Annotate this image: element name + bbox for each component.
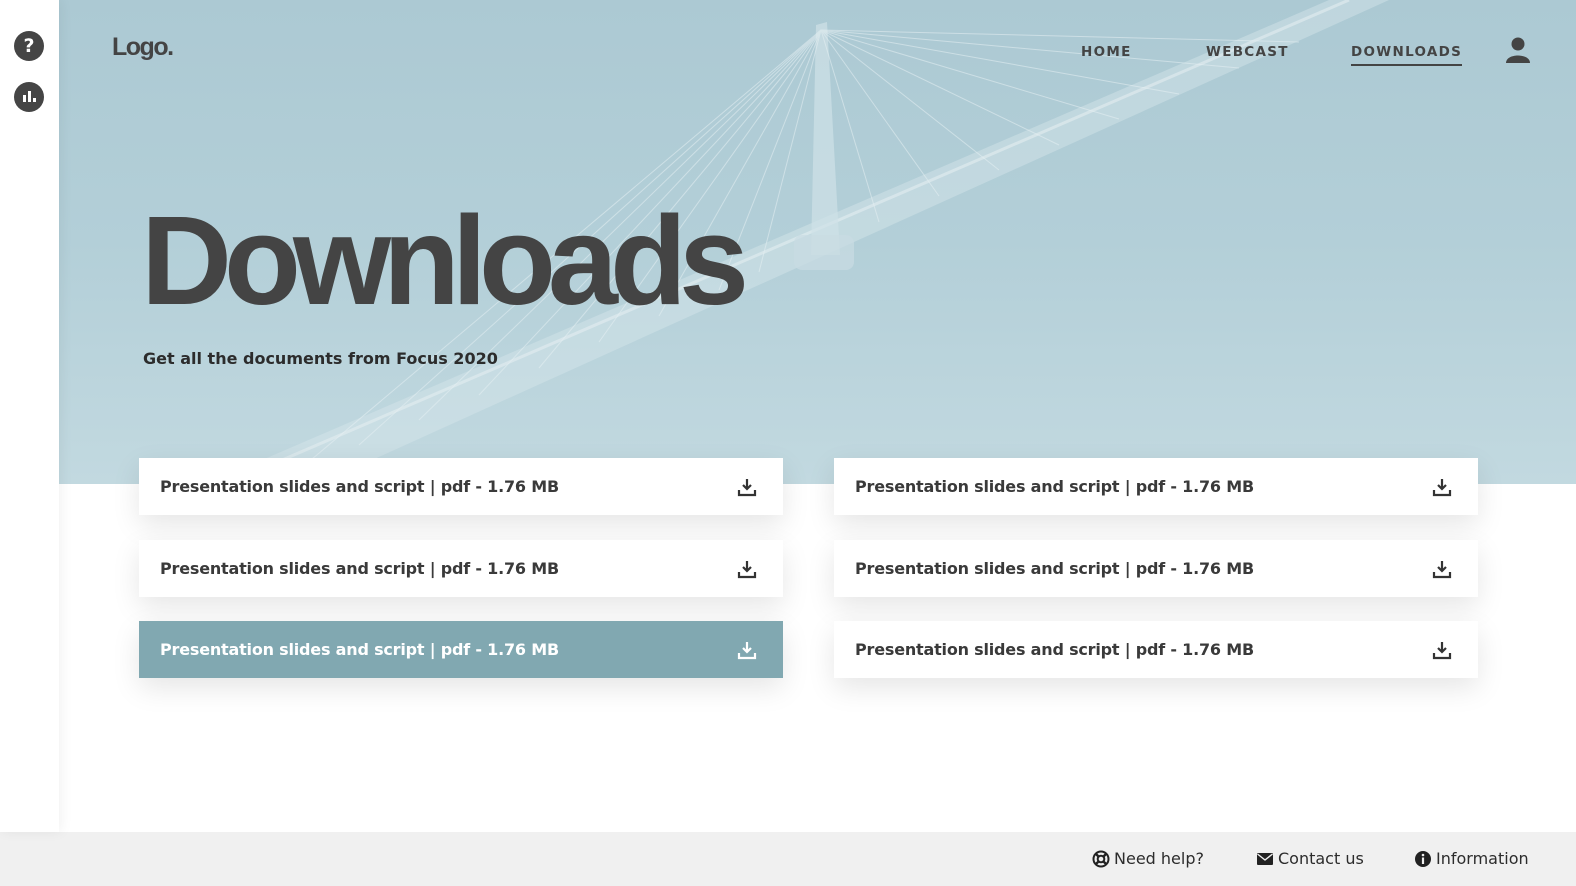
left-rail: ?: [0, 0, 59, 832]
page-title: Downloads: [141, 190, 749, 331]
download-icon: [1432, 560, 1452, 578]
download-icon: [737, 478, 757, 496]
download-icon: [1432, 641, 1452, 659]
download-card-active[interactable]: Presentation slides and script | pdf - 1…: [139, 621, 783, 678]
download-card[interactable]: Presentation slides and script | pdf - 1…: [834, 458, 1478, 515]
contact-us-label: Contact us: [1278, 849, 1364, 868]
download-card[interactable]: Presentation slides and script | pdf - 1…: [834, 621, 1478, 678]
information-link[interactable]: Information: [1414, 849, 1529, 868]
download-icon: [737, 560, 757, 578]
download-label: Presentation slides and script | pdf - 1…: [160, 559, 559, 578]
download-icon: [1432, 478, 1452, 496]
nav-home[interactable]: HOME: [1081, 44, 1132, 60]
download-card[interactable]: Presentation slides and script | pdf - 1…: [834, 540, 1478, 597]
bar-chart-icon[interactable]: [14, 82, 44, 112]
download-card[interactable]: Presentation slides and script | pdf - 1…: [139, 540, 783, 597]
info-circle-icon: [1415, 850, 1431, 867]
download-icon: [737, 641, 757, 659]
site-logo[interactable]: Logo.: [112, 33, 174, 62]
need-help-label: Need help?: [1114, 849, 1204, 868]
page-subtitle: Get all the documents from Focus 2020: [143, 349, 498, 368]
download-card[interactable]: Presentation slides and script | pdf - 1…: [139, 458, 783, 515]
help-question-icon[interactable]: ?: [14, 31, 44, 61]
download-label: Presentation slides and script | pdf - 1…: [855, 477, 1254, 496]
lifebuoy-icon: [1092, 850, 1110, 867]
download-label: Presentation slides and script | pdf - 1…: [855, 640, 1254, 659]
footer: Need help? Contact us Information: [0, 832, 1576, 886]
nav-downloads[interactable]: DOWNLOADS: [1351, 44, 1463, 66]
download-label: Presentation slides and script | pdf - 1…: [160, 640, 559, 659]
nav-webcast[interactable]: WEBCAST: [1206, 44, 1289, 60]
download-label: Presentation slides and script | pdf - 1…: [160, 477, 559, 496]
information-label: Information: [1436, 849, 1529, 868]
need-help-link[interactable]: Need help?: [1092, 849, 1204, 868]
envelope-icon: [1257, 852, 1273, 865]
contact-us-link[interactable]: Contact us: [1256, 849, 1364, 868]
user-account-icon[interactable]: [1504, 36, 1532, 64]
download-label: Presentation slides and script | pdf - 1…: [855, 559, 1254, 578]
